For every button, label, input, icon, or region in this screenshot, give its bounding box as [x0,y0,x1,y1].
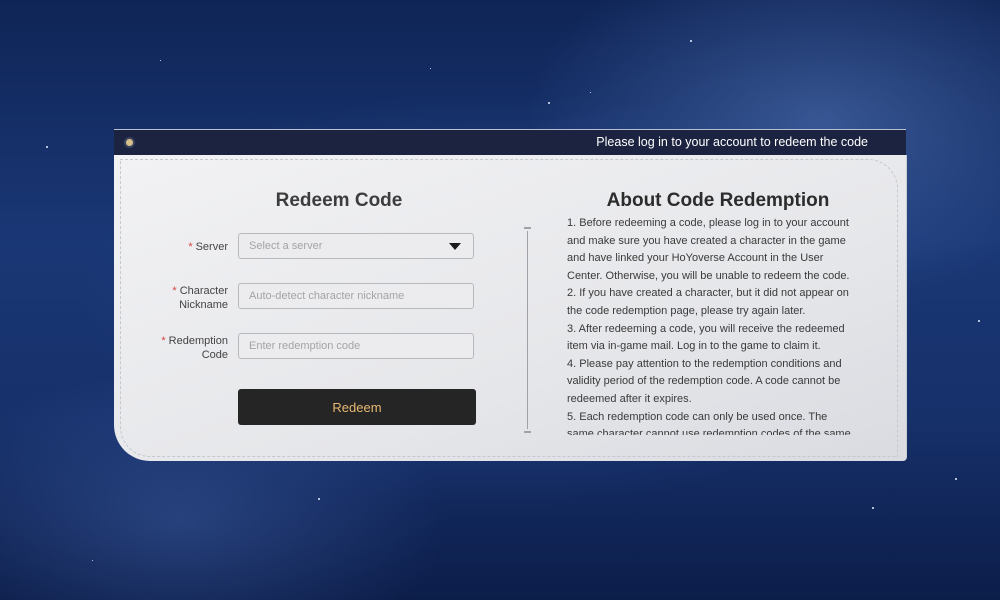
panel-header: Please log in to your account to redeem … [114,129,906,156]
redeem-button[interactable]: Redeem [238,389,476,425]
about-item: 1. Before redeeming a code, please log i… [567,217,850,282]
server-label-text: Server [195,241,228,253]
star [92,560,93,561]
nickname-input[interactable] [239,284,459,308]
nickname-label: * Character Nickname [118,284,228,312]
redeem-panel: Please log in to your account to redeem … [114,129,907,461]
star [955,478,957,480]
server-label: * Server [118,240,228,254]
star [548,102,550,104]
star [590,92,591,93]
star [318,498,320,500]
star [430,68,431,69]
code-label-line2: Code [201,349,228,361]
header-dot-icon [126,139,133,146]
code-label-line1: Redemption [168,335,228,347]
star [160,60,161,61]
code-field[interactable] [238,333,474,359]
nickname-label-line1: Character [179,285,228,297]
code-label: * Redemption Code [118,334,228,362]
scrollbar-track[interactable] [527,231,528,429]
about-item: 2. If you have created a character, but … [567,287,849,317]
required-mark: * [188,241,193,253]
star [46,146,48,148]
about-item: 5. Each redemption code can only be used… [567,410,851,435]
nickname-label-line2: Nickname [179,299,228,311]
about-title: About Code Redemption [606,190,830,211]
star [978,320,980,322]
login-prompt-link[interactable]: Please log in to your account to redeem … [596,135,868,149]
redemption-code-input[interactable] [239,334,459,358]
scroll-bottom-mark [524,431,531,433]
dropdown-arrow-icon[interactable] [449,243,461,250]
server-select-input[interactable] [239,234,459,258]
required-mark: * [161,335,166,347]
about-item: 4. Please pay attention to the redemptio… [567,357,842,405]
redeem-code-title: Redeem Code [275,190,403,211]
star [690,40,692,42]
nickname-field[interactable] [238,283,474,309]
scroll-top-mark [524,227,531,229]
about-text-scroll[interactable]: 1. Before redeeming a code, please log i… [567,215,857,435]
about-item: 3. After redeeming a code, you will rece… [567,322,845,353]
server-select[interactable] [238,233,474,259]
redeem-card: Redeem Code *Server *Character Nickname … [114,155,907,461]
required-mark: * [172,285,177,297]
star [872,507,874,509]
